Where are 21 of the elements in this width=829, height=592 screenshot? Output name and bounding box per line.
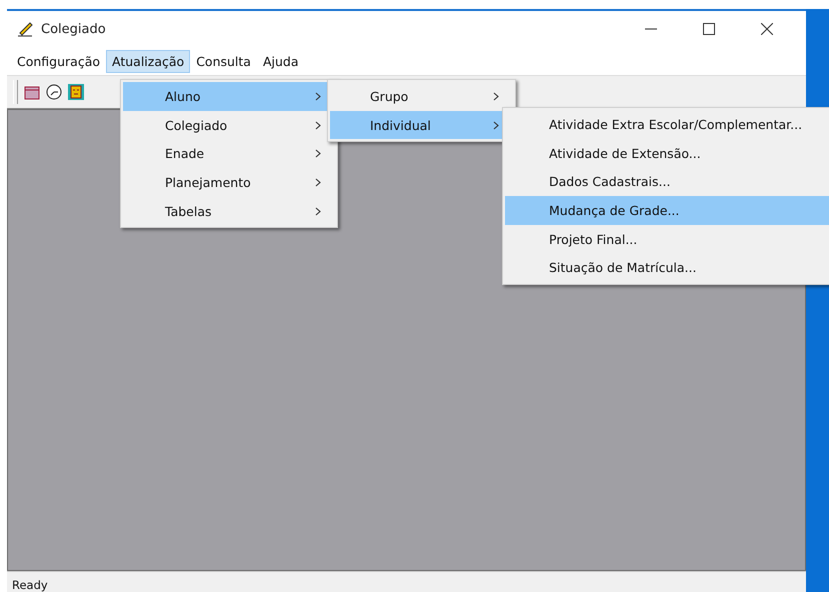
menu-item[interactable]: Situação de Matrícula... [505,253,829,282]
menu-item[interactable]: Atividade de Extensão... [505,138,829,168]
menu-item[interactable]: Mudança de Grade... [505,196,829,225]
menu-bar-item[interactable]: Configuração [11,50,106,72]
menu-bar-item[interactable]: Ajuda [256,50,305,72]
menu-item[interactable]: Planejamento [123,168,335,197]
pencil-icon [17,21,35,37]
minimize-icon [645,28,657,30]
menu-item[interactable]: Tabelas [123,196,335,226]
clock-icon[interactable] [46,84,62,100]
menu-item[interactable]: Enade [123,139,335,168]
calendar-icon[interactable] [24,84,40,100]
mask-icon[interactable] [68,84,84,100]
window-title: Colegiado [41,22,107,36]
menu-item[interactable]: Dados Cadastrais... [505,167,829,196]
menu-bar-item[interactable]: Consulta [190,50,257,72]
close-icon [761,23,773,35]
menu-item[interactable]: Projeto Final... [505,224,829,254]
status-text: Ready [12,578,48,592]
maximize-icon [703,23,715,35]
menu-bar-item[interactable]: Atualização [106,50,190,72]
